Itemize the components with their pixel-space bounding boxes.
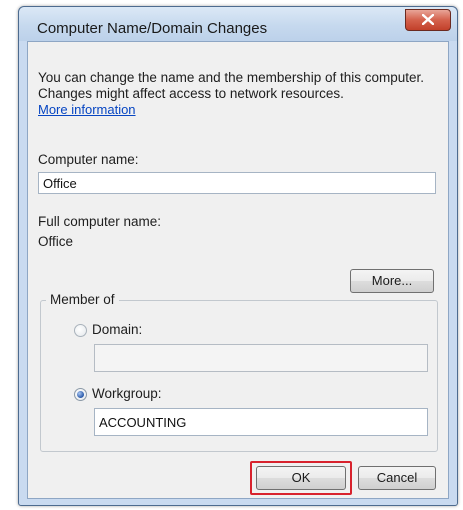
close-icon (422, 14, 434, 25)
cancel-button[interactable]: Cancel (358, 466, 436, 490)
more-information-link[interactable]: More information (38, 102, 136, 117)
title-bar: Computer Name/Domain Changes (19, 7, 457, 41)
ok-button[interactable]: OK (256, 466, 346, 490)
member-of-title: Member of (46, 292, 119, 307)
workgroup-label: Workgroup: (92, 386, 162, 401)
dialog-body: You can change the name and the membersh… (27, 41, 449, 499)
full-computer-name-value: Office (38, 234, 74, 249)
computer-name-input[interactable] (38, 172, 436, 194)
workgroup-radio[interactable] (74, 388, 87, 401)
close-button[interactable] (405, 9, 451, 31)
full-computer-name-label: Full computer name: (38, 214, 162, 229)
domain-input[interactable] (94, 344, 428, 372)
computer-name-label: Computer name: (38, 152, 139, 167)
intro-text: You can change the name and the membersh… (38, 70, 424, 101)
more-button[interactable]: More... (350, 269, 434, 293)
dialog-title: Computer Name/Domain Changes (37, 20, 268, 37)
computer-name-dialog: Computer Name/Domain Changes You can cha… (18, 6, 458, 506)
domain-label: Domain: (92, 322, 143, 337)
workgroup-input[interactable] (94, 408, 428, 436)
radio-selected-dot (77, 391, 84, 398)
domain-radio[interactable] (74, 324, 87, 337)
